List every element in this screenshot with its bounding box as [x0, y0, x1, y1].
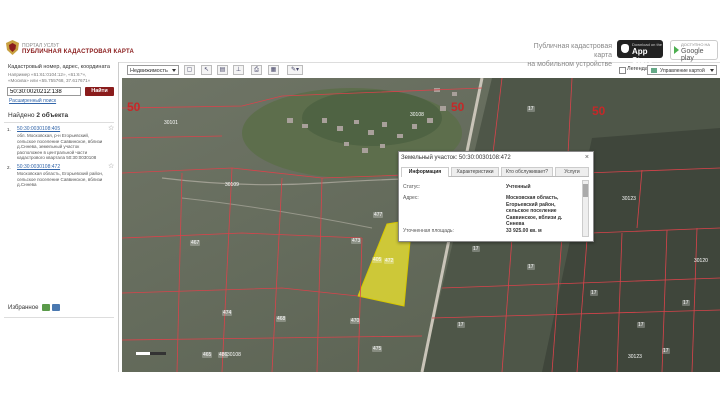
tab-who-serves[interactable]: Кто обслуживает? — [501, 167, 553, 176]
plot-number[interactable]: 467 — [190, 240, 201, 246]
manage-map-dropdown[interactable]: Управление картой — [647, 65, 717, 75]
plot-number[interactable]: 17 — [590, 290, 598, 296]
apple-icon — [621, 44, 629, 53]
list-item[interactable]: 1. 50:30:0030108:405 ☆ обл. Московская, … — [4, 125, 116, 163]
emblem-icon — [6, 40, 19, 55]
quarter-label: 30120 — [694, 258, 708, 264]
export-icon[interactable]: ▦ — [268, 65, 279, 75]
plot-number[interactable]: 470 — [350, 318, 361, 324]
measure-tool-icon[interactable]: ⊥ — [233, 65, 244, 75]
tab-services[interactable]: Услуги — [555, 167, 589, 176]
result-number: 2. — [7, 165, 11, 170]
popup-scrollbar[interactable] — [582, 180, 589, 237]
address-label: Адрес: — [403, 195, 419, 201]
layers-tool-icon[interactable]: ▤ — [217, 65, 228, 75]
identify-tool-icon[interactable]: ↖ — [201, 65, 212, 75]
popup-tabs: Информация Характеристики Кто обслуживае… — [401, 166, 589, 177]
plot-number[interactable]: 486 — [218, 352, 229, 358]
layer-select[interactable]: Недвижимость — [127, 65, 179, 75]
select-tool-icon[interactable]: ▢ — [184, 65, 195, 75]
star-icon[interactable]: ☆ — [108, 125, 114, 131]
divider — [4, 122, 114, 123]
list-item[interactable]: 2. 50:30:0030108:472 ☆ Московская област… — [4, 163, 116, 191]
status-label: Статус: — [403, 184, 421, 190]
area-label: Уточненная площадь: — [403, 228, 454, 234]
plot-number[interactable]: 473 — [351, 238, 362, 244]
result-description: обл. Московская, р-н Егорьевский, сельск… — [17, 133, 103, 160]
favorites-label[interactable]: Избранное — [8, 305, 38, 311]
zone-label: 50 — [127, 100, 141, 114]
found-number: 2 объекта — [36, 112, 69, 119]
quarter-label: 30101 — [164, 120, 178, 126]
divider — [4, 317, 114, 318]
tab-info[interactable]: Информация — [401, 167, 449, 177]
quarter-label: 30123 — [628, 354, 642, 360]
plot-number[interactable]: 17 — [457, 322, 465, 328]
googleplay-button[interactable]: ДОСТУПНО НА Google play — [670, 40, 718, 62]
quarter-label: 30109 — [225, 182, 239, 188]
search-button[interactable]: Найти — [85, 87, 114, 96]
plot-number[interactable]: 472 — [384, 258, 395, 264]
address-value: Московская область, Егорьевский район, с… — [506, 195, 563, 227]
plot-number[interactable]: 17 — [472, 246, 480, 252]
mobile-promo-line1: Публичная кадастровая карта — [533, 43, 612, 59]
manage-map-label: Управление картой — [660, 68, 705, 74]
legend-label[interactable]: Легенда — [627, 66, 648, 72]
search-label: Кадастровый номер, адрес, координата — [8, 64, 110, 70]
quarter-label: 30108 — [227, 352, 241, 358]
appstore-button[interactable]: Download on the App Store — [617, 40, 663, 65]
status-value: Учтенный — [506, 184, 531, 190]
plot-info-popup: Земельный участок: 50:30:0030108:472 × И… — [398, 151, 594, 242]
sidebar: Кадастровый номер, адрес, координата Нап… — [0, 62, 119, 372]
favorites-add-icon[interactable] — [42, 304, 50, 311]
result-link[interactable]: 50:30:0030108:405 — [17, 126, 60, 133]
found-prefix: Найдено — [8, 112, 35, 119]
googleplay-label: Google play — [681, 48, 704, 62]
plot-number[interactable]: 17 — [527, 106, 535, 112]
plot-number[interactable]: 468 — [276, 316, 287, 322]
header: ПОРТАЛ УСЛУГ ПУБЛИЧНАЯ КАДАСТРОВАЯ КАРТА… — [0, 0, 720, 68]
zone-label: 50 — [451, 100, 465, 114]
plot-number[interactable]: 474 — [222, 310, 233, 316]
plot-number[interactable]: 465 — [202, 352, 213, 358]
close-icon[interactable]: × — [585, 154, 589, 161]
result-link[interactable]: 50:30:0030108:472 — [17, 164, 60, 171]
favorites-manage-icon[interactable] — [52, 304, 60, 311]
search-example: Например «61:61:0104:12», «61:6:*», «Мос… — [8, 72, 116, 84]
map-icon — [651, 68, 657, 73]
popup-title: Земельный участок: 50:30:0030108:472 — [401, 155, 511, 161]
scrollbar-thumb[interactable] — [583, 184, 588, 197]
star-icon[interactable]: ☆ — [108, 163, 114, 169]
zone-label: 50 — [592, 104, 606, 118]
found-count: Найдено 2 объекта — [8, 112, 68, 119]
plot-number[interactable]: 17 — [682, 300, 690, 306]
googleplay-icon — [674, 46, 679, 54]
plot-number[interactable]: 475 — [372, 346, 383, 352]
search-example-line2: «Москва» или «55.755768, 37.617671» — [8, 78, 91, 83]
tab-characteristics[interactable]: Характеристики — [451, 167, 499, 176]
search-input[interactable] — [7, 87, 81, 96]
quarter-label: 30123 — [622, 196, 636, 202]
quarter-label: 30108 — [410, 112, 424, 118]
legend-checkbox[interactable] — [619, 67, 626, 74]
print-icon[interactable]: ⎙ — [251, 65, 262, 75]
map-toolbar: Недвижимость ▢ ↖ ▤ ⊥ ⎙ ▦ ✎▾ Легенда Упра… — [122, 63, 720, 78]
plot-number[interactable]: 477 — [373, 212, 384, 218]
layer-select-value: Недвижимость — [130, 68, 168, 74]
scale-bar — [136, 352, 166, 355]
area-value: 33 925.00 кв. м — [506, 228, 542, 234]
result-description: Московская область, Егорьевский район, с… — [17, 171, 104, 187]
plot-number[interactable]: 17 — [527, 264, 535, 270]
portal-title[interactable]: ПУБЛИЧНАЯ КАДАСТРОВАЯ КАРТА — [22, 49, 134, 55]
advanced-search-link[interactable]: Расширенный поиск — [9, 98, 56, 104]
chevron-down-icon — [710, 69, 714, 72]
plot-number[interactable]: 405 — [372, 257, 383, 263]
plot-number[interactable]: 17 — [637, 322, 645, 328]
googleplay-small-text: ДОСТУПНО НА — [681, 42, 711, 47]
result-number: 1. — [7, 127, 11, 132]
chevron-down-icon — [172, 69, 176, 72]
plot-number[interactable]: 17 — [662, 348, 670, 354]
draw-tool-icon[interactable]: ✎▾ — [287, 65, 303, 75]
